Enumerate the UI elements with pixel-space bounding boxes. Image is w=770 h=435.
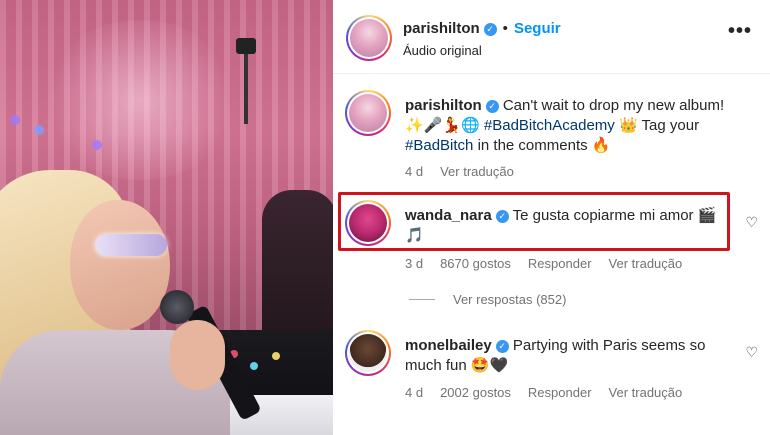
mixer-knob <box>250 362 258 370</box>
comment-text: parishilton ✓ Can't wait to drop my new a… <box>405 96 735 156</box>
author-avatar[interactable] <box>346 15 392 61</box>
mixer-knob <box>272 352 280 360</box>
hand <box>170 320 225 390</box>
commenter-avatar[interactable] <box>345 330 391 376</box>
header-user-line: parishilton ✓ • Seguir <box>403 20 561 37</box>
verified-icon: ✓ <box>483 23 497 36</box>
bokeh-light <box>10 115 20 125</box>
verified-icon: ✓ <box>495 210 509 223</box>
translate-link[interactable]: Ver tradução <box>609 256 683 271</box>
translate-link[interactable]: Ver tradução <box>440 164 514 179</box>
more-options-icon[interactable]: ••• <box>728 21 752 41</box>
bokeh-light <box>92 140 102 150</box>
author-username[interactable]: parishilton <box>403 20 480 37</box>
caption-text: 👑 Tag your <box>618 117 700 134</box>
view-replies-button[interactable]: Ver respostas (852) <box>409 292 566 307</box>
like-count[interactable]: 2002 gostos <box>440 385 511 400</box>
like-heart-icon[interactable]: ♡ <box>745 214 758 231</box>
comment-time: 3 d <box>405 256 424 271</box>
commenter-username[interactable]: wanda_nara <box>405 207 492 224</box>
comments-panel: parishilton ✓ • Seguir Áudio original ••• p… <box>333 0 770 435</box>
comment-meta: 4 d 2002 gostos Responder Ver tradução <box>405 385 699 400</box>
sunglasses <box>95 234 167 256</box>
hashtag-link[interactable]: #BadBitch <box>405 137 473 154</box>
avatar-image <box>350 19 388 57</box>
commenter-avatar[interactable] <box>345 200 391 246</box>
separator-dot: • <box>502 20 508 37</box>
caption-text: in the comments 🔥 <box>477 137 611 154</box>
face <box>70 200 170 330</box>
commenter-username[interactable]: parishilton <box>405 97 482 114</box>
comment-meta: 4 d Ver tradução <box>405 164 531 179</box>
camera-stand <box>244 54 248 124</box>
follow-button[interactable]: Seguir <box>514 20 561 37</box>
comment-text: wanda_nara ✓ Te gusta copiarme mi amor 🎬🎵 <box>405 206 735 246</box>
commenter-username[interactable]: monelbailey <box>405 337 492 354</box>
stage-light <box>40 20 240 180</box>
replies-divider <box>409 299 435 300</box>
original-audio-link[interactable]: Áudio original <box>403 43 482 58</box>
avatar-image <box>349 334 387 372</box>
like-count[interactable]: 8670 gostos <box>440 256 511 271</box>
commenter-avatar[interactable] <box>345 90 391 136</box>
reply-button[interactable]: Responder <box>528 385 592 400</box>
comment-meta: 3 d 8670 gostos Responder Ver tradução <box>405 256 699 271</box>
avatar-image <box>349 204 387 242</box>
hashtag-link[interactable]: #BadBitchAcademy <box>484 117 615 134</box>
post-header: parishilton ✓ • Seguir Áudio original ••• <box>333 0 770 74</box>
reply-button[interactable]: Responder <box>528 256 592 271</box>
like-heart-icon[interactable]: ♡ <box>745 344 758 361</box>
comment-time: 4 d <box>405 385 424 400</box>
verified-icon: ✓ <box>485 100 499 113</box>
translate-link[interactable]: Ver tradução <box>609 385 683 400</box>
comment-time: 4 d <box>405 164 424 179</box>
bokeh-light <box>34 125 44 135</box>
avatar-image <box>349 94 387 132</box>
comment-text: monelbailey ✓ Partying with Paris seems s… <box>405 336 735 376</box>
verified-icon: ✓ <box>495 340 509 353</box>
camera <box>236 38 256 54</box>
post-media[interactable] <box>0 0 333 435</box>
view-replies-label: Ver respostas (852) <box>453 292 567 307</box>
microphone-icon <box>160 290 194 324</box>
